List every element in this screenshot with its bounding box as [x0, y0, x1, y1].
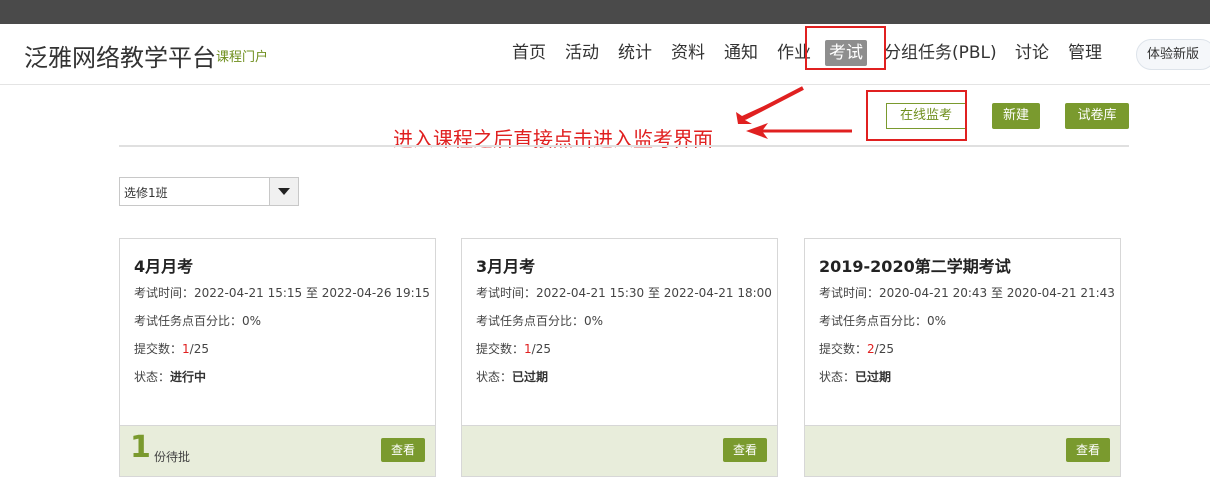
nav-home[interactable]: 首页: [512, 40, 546, 66]
exam-title: 3月月考: [476, 257, 536, 276]
annotation-arrow-right-head: [746, 123, 768, 139]
exam-time: 考试时间：2022-04-21 15:15 至 2022-04-26 19:15: [134, 286, 430, 300]
divider: [119, 145, 1129, 147]
exam-card: 2019-2020第二学期考试 考试时间：2020-04-21 20:43 至 …: [804, 238, 1121, 477]
new-version-button[interactable]: 体验新版: [1136, 39, 1210, 70]
exam-status: 状态：已过期: [819, 370, 892, 384]
view-button[interactable]: 查看: [723, 438, 767, 462]
chevron-down-icon[interactable]: [269, 178, 298, 205]
brand-title[interactable]: 泛雅网络教学平台: [24, 38, 216, 73]
header: 泛雅网络教学平台 课程门户 首页 活动 统计 资料 通知 作业 考试 分组任务(…: [0, 24, 1210, 85]
nav-manage[interactable]: 管理: [1068, 40, 1102, 66]
exam-status: 状态：已过期: [476, 370, 549, 384]
new-exam-button[interactable]: 新建: [992, 103, 1040, 129]
top-bar: [0, 0, 1210, 24]
exam-time: 考试时间：2022-04-21 15:30 至 2022-04-21 18:00: [476, 286, 772, 300]
nav-materials[interactable]: 资料: [671, 40, 705, 66]
annotation-arrow-up-shaft: [744, 86, 804, 120]
annotation-arrow-up: [736, 88, 803, 124]
exam-time: 考试时间：2020-04-21 20:43 至 2020-04-21 21:43: [819, 286, 1115, 300]
course-portal-link[interactable]: 课程门户: [216, 46, 268, 65]
view-button[interactable]: 查看: [381, 438, 425, 462]
class-select[interactable]: 选修1班: [119, 177, 299, 206]
exam-card: 4月月考 考试时间：2022-04-21 15:15 至 2022-04-26 …: [119, 238, 436, 477]
card-footer: 查看: [805, 425, 1120, 476]
exam-percent: 考试任务点百分比：0%: [134, 314, 262, 328]
card-footer: 1 份待批 查看: [120, 425, 435, 476]
exam-percent: 考试任务点百分比：0%: [819, 314, 947, 328]
exam-submit-count: 提交数：2/25: [819, 342, 894, 356]
nav-notice[interactable]: 通知: [724, 40, 758, 66]
exam-library-button[interactable]: 试卷库: [1065, 103, 1129, 129]
exam-title: 2019-2020第二学期考试: [819, 257, 1011, 276]
card-footer: 查看: [462, 425, 777, 476]
exam-submit-count: 提交数：1/25: [134, 342, 209, 356]
view-button[interactable]: 查看: [1066, 438, 1110, 462]
nav-pbl[interactable]: 分组任务(PBL): [884, 40, 997, 66]
class-select-value: 选修1班: [124, 186, 168, 200]
nav-activity[interactable]: 活动: [565, 40, 599, 66]
annotation-text: 进入课程之后直接点击进入监考界面: [393, 127, 713, 151]
nav-discussion[interactable]: 讨论: [1015, 40, 1049, 66]
exam-status: 状态：进行中: [134, 370, 207, 384]
exam-percent: 考试任务点百分比：0%: [476, 314, 604, 328]
highlight-monitor-box: [866, 90, 967, 141]
highlight-exam-box: [805, 26, 886, 70]
exam-title: 4月月考: [134, 257, 194, 276]
exam-card: 3月月考 考试时间：2022-04-21 15:30 至 2022-04-21 …: [461, 238, 778, 477]
pending-label: 份待批: [154, 450, 191, 464]
exam-submit-count: 提交数：1/25: [476, 342, 551, 356]
pending-count[interactable]: 1: [130, 430, 151, 465]
nav-statistics[interactable]: 统计: [618, 40, 652, 66]
